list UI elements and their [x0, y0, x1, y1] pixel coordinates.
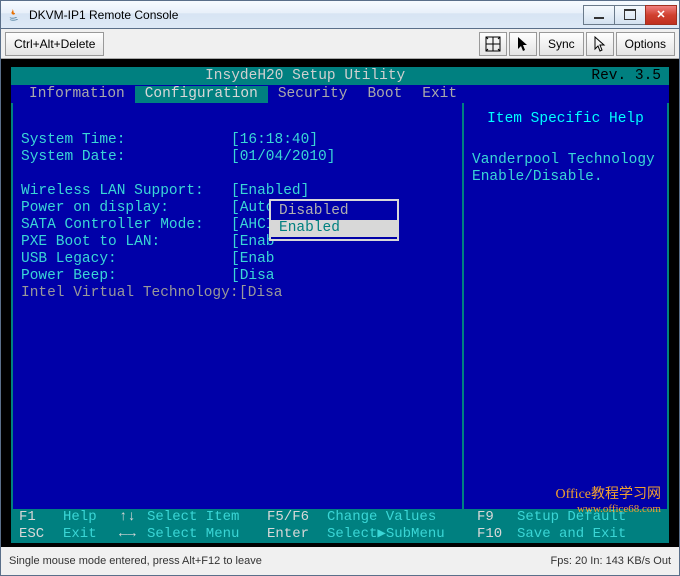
popup-option-disabled[interactable]: Disabled [271, 203, 397, 220]
label-usb-legacy: USB Legacy: [21, 251, 231, 268]
key-f5f6: F5/F6 [267, 509, 327, 526]
status-left: Single mouse mode entered, press Alt+F12… [9, 555, 551, 567]
java-icon [7, 7, 23, 23]
maximize-button[interactable] [614, 5, 646, 25]
key-leftright: ←→ [119, 526, 147, 543]
close-button[interactable] [645, 5, 677, 25]
hint-save-exit: Save and Exit [517, 526, 626, 543]
value-wireless-lan: [Enabled] [231, 183, 309, 200]
window-title: DKVM-IP1 Remote Console [29, 8, 584, 22]
key-f1: F1 [19, 509, 63, 526]
hint-change-values: Change Values [327, 509, 477, 526]
label-wireless-lan: Wireless LAN Support: [21, 183, 231, 200]
options-button[interactable]: Options [616, 32, 675, 56]
bios-title: InsydeH20 Setup Utility [19, 68, 591, 85]
row-power-beep[interactable]: Power Beep:[Disa [21, 268, 454, 285]
fullscreen-icon [485, 36, 501, 52]
value-system-time: [16:18:40] [231, 132, 318, 149]
fullscreen-button[interactable] [479, 32, 507, 56]
help-pane: Item Specific Help Vanderpool Technology… [462, 103, 667, 509]
bios-body: System Time:[16:18:40] System Date:[01/0… [11, 103, 669, 509]
tab-exit[interactable]: Exit [412, 86, 467, 103]
option-popup: Disabled Enabled [269, 199, 399, 241]
tab-boot[interactable]: Boot [357, 86, 412, 103]
bios-header: InsydeH20 Setup Utility Rev. 3.5 [11, 67, 669, 85]
ctrl-alt-delete-button[interactable]: Ctrl+Alt+Delete [5, 32, 104, 56]
minimize-button[interactable] [583, 5, 615, 25]
help-text-2: Enable/Disable. [472, 169, 659, 186]
hint-select-submenu: Select▶SubMenu [327, 526, 477, 543]
tab-configuration[interactable]: Configuration [135, 86, 268, 103]
key-f9: F9 [477, 509, 517, 526]
hint-select-menu: Select Menu [147, 526, 267, 543]
value-usb-legacy: [Enab [231, 251, 275, 268]
hint-select-item: Select Item [147, 509, 267, 526]
cursor-icon [515, 36, 531, 52]
label-system-time: System Time: [21, 132, 231, 149]
label-power-beep: Power Beep: [21, 268, 231, 285]
help-title: Item Specific Help [472, 111, 659, 128]
row-wireless-lan[interactable]: Wireless LAN Support:[Enabled] [21, 183, 454, 200]
settings-pane: System Time:[16:18:40] System Date:[01/0… [13, 103, 462, 509]
key-enter: Enter [267, 526, 327, 543]
bios-footer: F1Help ↑↓Select Item F5/F6Change Values … [11, 509, 669, 543]
label-sata-mode: SATA Controller Mode: [21, 217, 231, 234]
label-power-display: Power on display: [21, 200, 231, 217]
bios-revision: Rev. 3.5 [591, 68, 661, 85]
tab-security[interactable]: Security [268, 86, 358, 103]
titlebar: DKVM-IP1 Remote Console [1, 1, 679, 29]
key-f10: F10 [477, 526, 517, 543]
label-system-date: System Date: [21, 149, 231, 166]
key-updown: ↑↓ [119, 509, 147, 526]
row-usb-legacy[interactable]: USB Legacy:[Enab [21, 251, 454, 268]
bios-menubar: Information Configuration Security Boot … [11, 85, 669, 103]
label-pxe-boot: PXE Boot to LAN: [21, 234, 231, 251]
cursor-solid-button[interactable] [509, 32, 537, 56]
row-intel-vt[interactable]: Intel Virtual Technology:[Disa [21, 285, 454, 302]
toolbar: Ctrl+Alt+Delete Sync Options [1, 29, 679, 59]
label-intel-vt: Intel Virtual Technology: [21, 285, 239, 302]
hint-help: Help [63, 509, 119, 526]
row-system-date[interactable]: System Date:[01/04/2010] [21, 149, 454, 166]
value-intel-vt: [Disa [239, 285, 283, 302]
sync-button[interactable]: Sync [539, 32, 584, 56]
value-pxe-boot: [Enab [231, 234, 275, 251]
value-system-date: [01/04/2010] [231, 149, 335, 166]
popup-option-enabled[interactable]: Enabled [271, 220, 397, 237]
hint-exit: Exit [63, 526, 119, 543]
bios-screen: InsydeH20 Setup Utility Rev. 3.5 Informa… [11, 67, 669, 543]
cursor-outline-button[interactable] [586, 32, 614, 56]
status-right: Fps: 20 In: 143 KB/s Out [551, 555, 671, 567]
tab-information[interactable]: Information [19, 86, 135, 103]
statusbar: Single mouse mode entered, press Alt+F12… [1, 547, 679, 575]
row-system-time[interactable]: System Time:[16:18:40] [21, 132, 454, 149]
value-power-beep: [Disa [231, 268, 275, 285]
key-esc: ESC [19, 526, 63, 543]
app-window: DKVM-IP1 Remote Console Ctrl+Alt+Delete … [0, 0, 680, 576]
window-controls [584, 5, 677, 25]
remote-console-viewport: InsydeH20 Setup Utility Rev. 3.5 Informa… [1, 59, 679, 547]
help-text-1: Vanderpool Technology [472, 152, 659, 169]
cursor-outline-icon [592, 36, 608, 52]
hint-setup-default: Setup Default [517, 509, 626, 526]
